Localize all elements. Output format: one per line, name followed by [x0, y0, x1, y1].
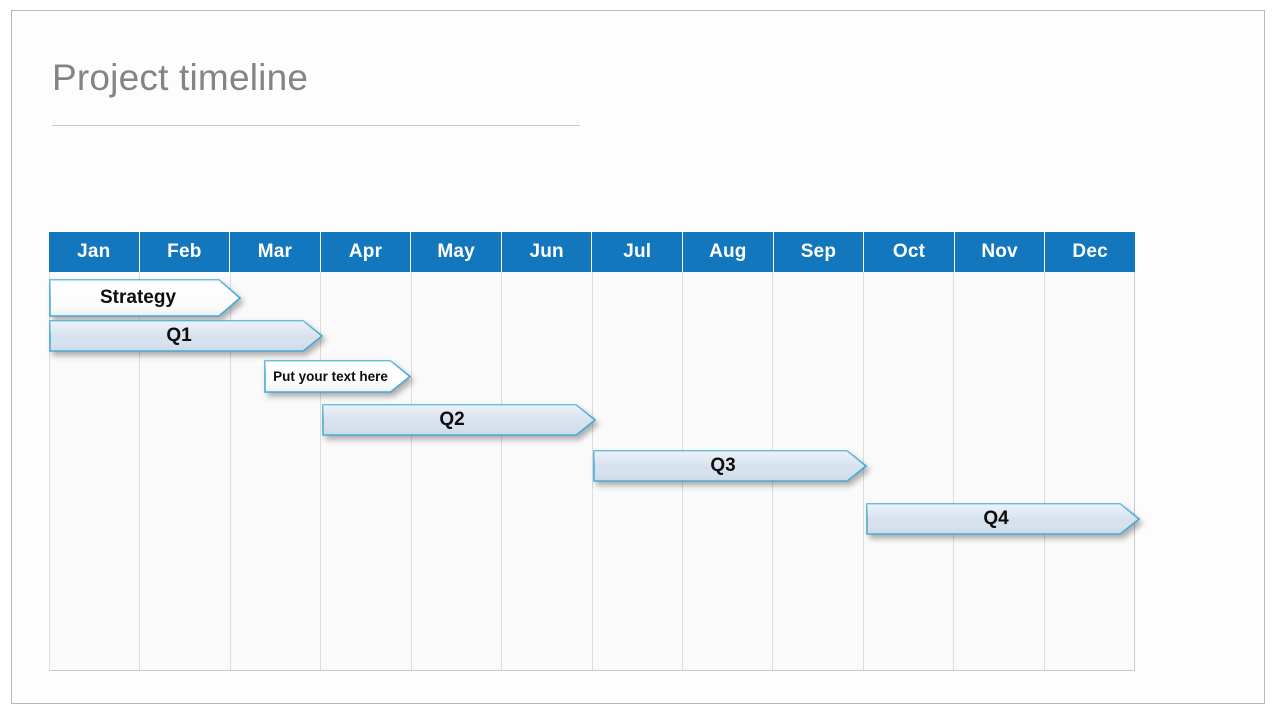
month-header-cell-jul[interactable]: Jul: [592, 232, 684, 272]
month-header-cell-dec[interactable]: Dec: [1045, 232, 1135, 272]
month-header-cell-jan[interactable]: Jan: [49, 232, 140, 272]
title-underline-rule: [52, 125, 580, 126]
month-header-cell-mar[interactable]: Mar: [230, 232, 321, 272]
slide-canvas: Project timeline Jan Feb Mar Apr May Jun Jul Au…: [0, 0, 1280, 720]
month-header-cell-feb[interactable]: Feb: [139, 232, 231, 272]
timeline-bar-strategy[interactable]: Strategy: [49, 279, 241, 317]
grid-column-dec: [1045, 272, 1134, 670]
timeline-bar-q1[interactable]: Q1: [49, 320, 323, 352]
bar-label: Put your text here: [273, 369, 388, 384]
month-header-cell-jun[interactable]: Jun: [501, 232, 593, 272]
grid-column-may: [412, 272, 503, 670]
timeline-bar-q4[interactable]: Q4: [866, 503, 1140, 535]
bar-label: Q3: [710, 455, 736, 476]
month-header-cell-may[interactable]: May: [411, 232, 502, 272]
page-title: Project timeline: [52, 57, 309, 98]
timeline-bar-q2[interactable]: Q2: [322, 404, 596, 436]
month-header-cell-nov[interactable]: Nov: [954, 232, 1046, 272]
month-header-cell-aug[interactable]: Aug: [683, 232, 774, 272]
month-header-row: Jan Feb Mar Apr May Jun Jul Aug Sep Oct Nov Dec: [49, 232, 1135, 272]
title-block: Project timeline: [52, 57, 612, 126]
bar-label: Q1: [166, 325, 192, 346]
month-header-cell-apr[interactable]: Apr: [320, 232, 412, 272]
bar-label: Q4: [983, 508, 1009, 529]
grid-column-oct: [864, 272, 955, 670]
timeline-bar-put-your-text-here[interactable]: Put your text here: [264, 360, 411, 393]
bar-label: Strategy: [99, 287, 177, 308]
grid-column-apr: [321, 272, 412, 670]
timeline-bar-q3[interactable]: Q3: [593, 450, 867, 482]
month-header-cell-oct[interactable]: Oct: [864, 232, 955, 272]
project-timeline-chart: Jan Feb Mar Apr May Jun Jul Aug Sep Oct Nov Dec Str…: [49, 232, 1140, 672]
month-header-cell-sep[interactable]: Sep: [773, 232, 865, 272]
grid-column-jun: [502, 272, 593, 670]
grid-column-nov: [954, 272, 1045, 670]
bar-label: Q2: [439, 409, 465, 430]
